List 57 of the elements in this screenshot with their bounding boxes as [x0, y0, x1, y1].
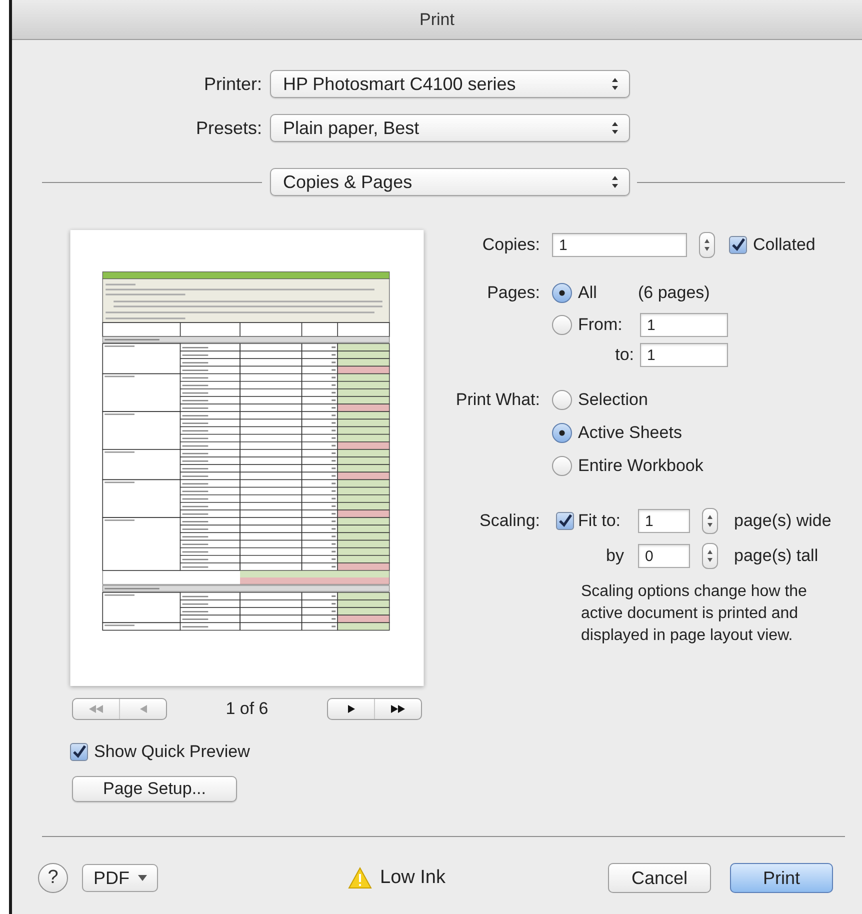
double-left-triangle-icon: [89, 703, 103, 715]
page-indicator: 1 of 6: [226, 699, 268, 719]
show-quick-preview-label: Show Quick Preview: [94, 742, 250, 762]
warning-icon: [348, 867, 372, 889]
printer-popup[interactable]: HP Photosmart C4100 series: [270, 70, 630, 98]
checkbox[interactable]: [556, 512, 574, 530]
stepper[interactable]: [699, 232, 715, 258]
presets-popup[interactable]: Plain paper, Best: [270, 114, 630, 142]
radio-button[interactable]: [552, 390, 572, 410]
page-count-note: (6 pages): [638, 283, 710, 303]
scaling-description: Scaling options change how the active document is printed and displayed in page layout view.: [581, 582, 808, 646]
up-down-arrows-icon: [611, 121, 619, 135]
presets-label: Presets:: [194, 118, 262, 138]
up-down-arrows-icon: [611, 77, 619, 91]
all-label: All: [578, 283, 598, 303]
radio-button[interactable]: [552, 423, 572, 443]
printer-label: Printer:: [202, 74, 262, 94]
by-label: by: [605, 546, 624, 566]
print-what-option-label: Active Sheets: [578, 423, 682, 443]
caret-icon: [138, 875, 146, 881]
checkbox[interactable]: [70, 743, 88, 761]
print-what-label: Print What:: [454, 390, 540, 410]
checkbox[interactable]: [729, 236, 747, 254]
from-field[interactable]: 1: [640, 313, 728, 337]
stepper[interactable]: [702, 508, 718, 534]
fit-height-field[interactable]: 0: [638, 544, 690, 568]
page-setup-button[interactable]: Page Setup...: [72, 776, 237, 802]
print-button[interactable]: Print: [730, 863, 833, 893]
pdf-menu-button[interactable]: PDF: [82, 864, 158, 892]
fit-to-label: Fit to:: [578, 511, 622, 531]
cancel-button[interactable]: Cancel: [608, 863, 711, 893]
to-field[interactable]: 1: [640, 343, 728, 367]
up-down-arrows-icon: [611, 175, 619, 189]
print-what-option-label: Selection: [578, 390, 648, 410]
pages-wide-label: page(s) wide: [734, 511, 832, 531]
copies-label: Copies:: [481, 235, 540, 255]
up-down-arrows-icon: [707, 548, 713, 564]
stepper[interactable]: [702, 543, 718, 569]
up-down-arrows-icon: [704, 237, 710, 253]
pages-tall-label: page(s) tall: [734, 546, 818, 566]
up-down-arrows-icon: [707, 513, 713, 529]
radio-button[interactable]: [552, 315, 572, 335]
help-button[interactable]: ?: [38, 863, 68, 893]
to-label: to:: [614, 345, 634, 365]
radio-button[interactable]: [552, 456, 572, 476]
low-ink-warning: Low Ink: [380, 867, 446, 889]
copies-field[interactable]: 1: [552, 233, 687, 257]
window-title: Print: [420, 10, 454, 30]
fit-width-field[interactable]: 1: [638, 509, 690, 533]
section-popup[interactable]: Copies & Pages: [270, 168, 630, 196]
pages-label: Pages:: [486, 283, 540, 303]
double-right-triangle-icon: [390, 703, 405, 715]
radio-button[interactable]: [552, 283, 572, 303]
collated-label: Collated: [753, 235, 816, 255]
from-label: From:: [578, 315, 624, 335]
scaling-label: Scaling:: [478, 511, 540, 531]
print-what-option-label: Entire Workbook: [578, 456, 704, 476]
